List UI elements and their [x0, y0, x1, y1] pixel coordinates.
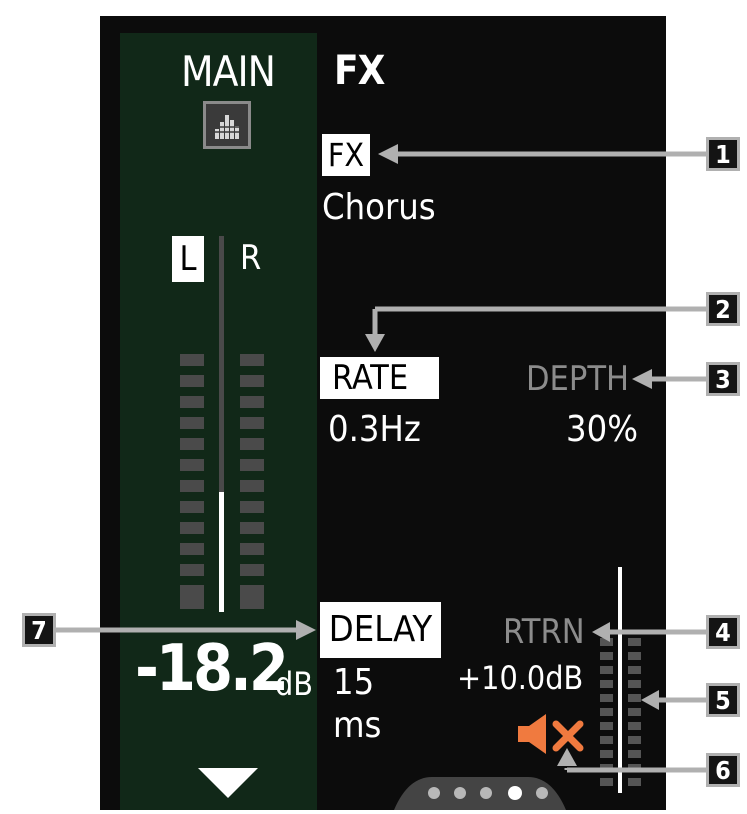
down-arrow-icon[interactable]	[198, 768, 258, 800]
depth-label[interactable]: DEPTH	[526, 362, 629, 396]
callout-6: 6	[706, 753, 740, 787]
level-unit: dB	[275, 665, 314, 703]
callout-3: 3	[706, 362, 740, 396]
rate-label[interactable]: RATE	[320, 357, 439, 399]
rate-value[interactable]: 0.3Hz	[328, 412, 421, 448]
level-value: -18.2	[135, 632, 289, 706]
delay-label[interactable]: DELAY	[320, 602, 441, 658]
fader-level	[219, 492, 224, 612]
page-dot[interactable]	[536, 787, 548, 799]
meter-left-label: L	[172, 236, 204, 282]
rtrn-label[interactable]: RTRN	[503, 615, 585, 649]
delay-unit: ms	[333, 705, 382, 746]
meter-right-label: R	[240, 238, 262, 278]
page-dot[interactable]	[428, 787, 440, 799]
delay-value[interactable]: 15	[333, 665, 374, 701]
rtrn-value[interactable]: +10.0dB	[457, 662, 583, 694]
callout-2: 2	[706, 292, 740, 326]
page-dot-active[interactable]	[508, 786, 522, 800]
page-dot[interactable]	[480, 787, 492, 799]
page-dot[interactable]	[454, 787, 466, 799]
main-title: MAIN	[181, 47, 276, 96]
rtrn-fader[interactable]	[618, 567, 622, 793]
fx-page-title: FX	[334, 48, 385, 94]
callout-5: 5	[706, 683, 740, 717]
fx-type-label[interactable]: FX	[322, 134, 370, 176]
callout-7: 7	[22, 613, 56, 647]
speaker-muted-icon[interactable]	[516, 712, 590, 756]
callout-1: 1	[706, 137, 740, 171]
depth-value[interactable]: 30%	[566, 412, 638, 448]
callout-4: 4	[706, 615, 740, 649]
eq-bars-icon[interactable]	[203, 101, 251, 149]
fx-type-value[interactable]: Chorus	[322, 190, 436, 226]
